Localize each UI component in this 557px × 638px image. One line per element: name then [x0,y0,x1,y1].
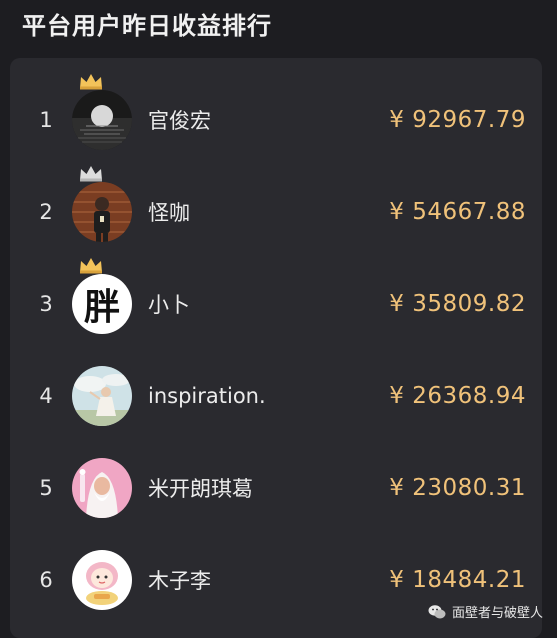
earnings-amount: ¥ 92967.79 [389,107,526,133]
earnings-amount: ¥ 23080.31 [389,475,526,501]
rank-number: 2 [39,200,53,224]
ranking-row-2[interactable]: 2 怪咖 ¥ 54667.88 [10,166,542,258]
earnings-amount: ¥ 35809.82 [389,291,526,317]
rank-number: 1 [39,108,53,132]
page-title: 平台用户昨日收益排行 [22,12,272,40]
gold-crown-icon [80,258,102,274]
avatar[interactable] [72,366,132,426]
earnings-amount: ¥ 54667.88 [389,199,526,225]
ranking-row-3[interactable]: 3 胖 小卜 ¥ 35809.82 [10,258,542,350]
wechat-icon [428,604,446,618]
earnings-amount: ¥ 18484.21 [389,567,526,593]
user-name: 官俊宏 [148,109,211,133]
ranking-row-5[interactable]: 5 米开朗琪葛 ¥ 23080.31 [10,442,542,534]
avatar[interactable] [72,550,132,610]
user-name: 小卜 [148,293,190,317]
silver-crown-icon [80,166,102,182]
user-name: 米开朗琪葛 [148,477,253,501]
ranking-row-1[interactable]: 1 官俊宏 ¥ 92967.79 [10,74,542,166]
rank-number: 3 [39,292,53,316]
cartoon-girl-avatar-icon [72,550,132,610]
avatar-character: 胖 [83,286,120,328]
watermark: 面壁者与破壁人 [428,602,543,621]
avatar[interactable] [72,458,132,518]
ranking-row-4[interactable]: 4 inspiration. ¥ 26368.94 [10,350,542,442]
avatar[interactable] [72,90,132,150]
rank-number: 5 [39,476,53,500]
rank-number: 6 [39,568,53,592]
rank-number: 4 [39,384,53,408]
user-name: 怪咖 [148,201,190,225]
sky-person-avatar-icon [72,366,132,426]
person-brick-wall-avatar-icon [72,182,132,242]
ranking-list: 1 官俊宏 ¥ 92967.79 2 怪咖 ¥ 54667.88 3 胖 小卜 … [10,58,542,638]
avatar[interactable]: 胖 [72,274,132,334]
user-name: inspiration. [148,384,266,408]
earnings-amount: ¥ 26368.94 [389,383,526,409]
user-name: 木子李 [148,569,211,593]
gold-crown-icon [80,74,102,90]
moon-lake-avatar-icon [72,90,132,150]
watermark-text: 面壁者与破壁人 [451,606,543,621]
wizard-avatar-icon [72,458,132,518]
avatar[interactable] [72,182,132,242]
